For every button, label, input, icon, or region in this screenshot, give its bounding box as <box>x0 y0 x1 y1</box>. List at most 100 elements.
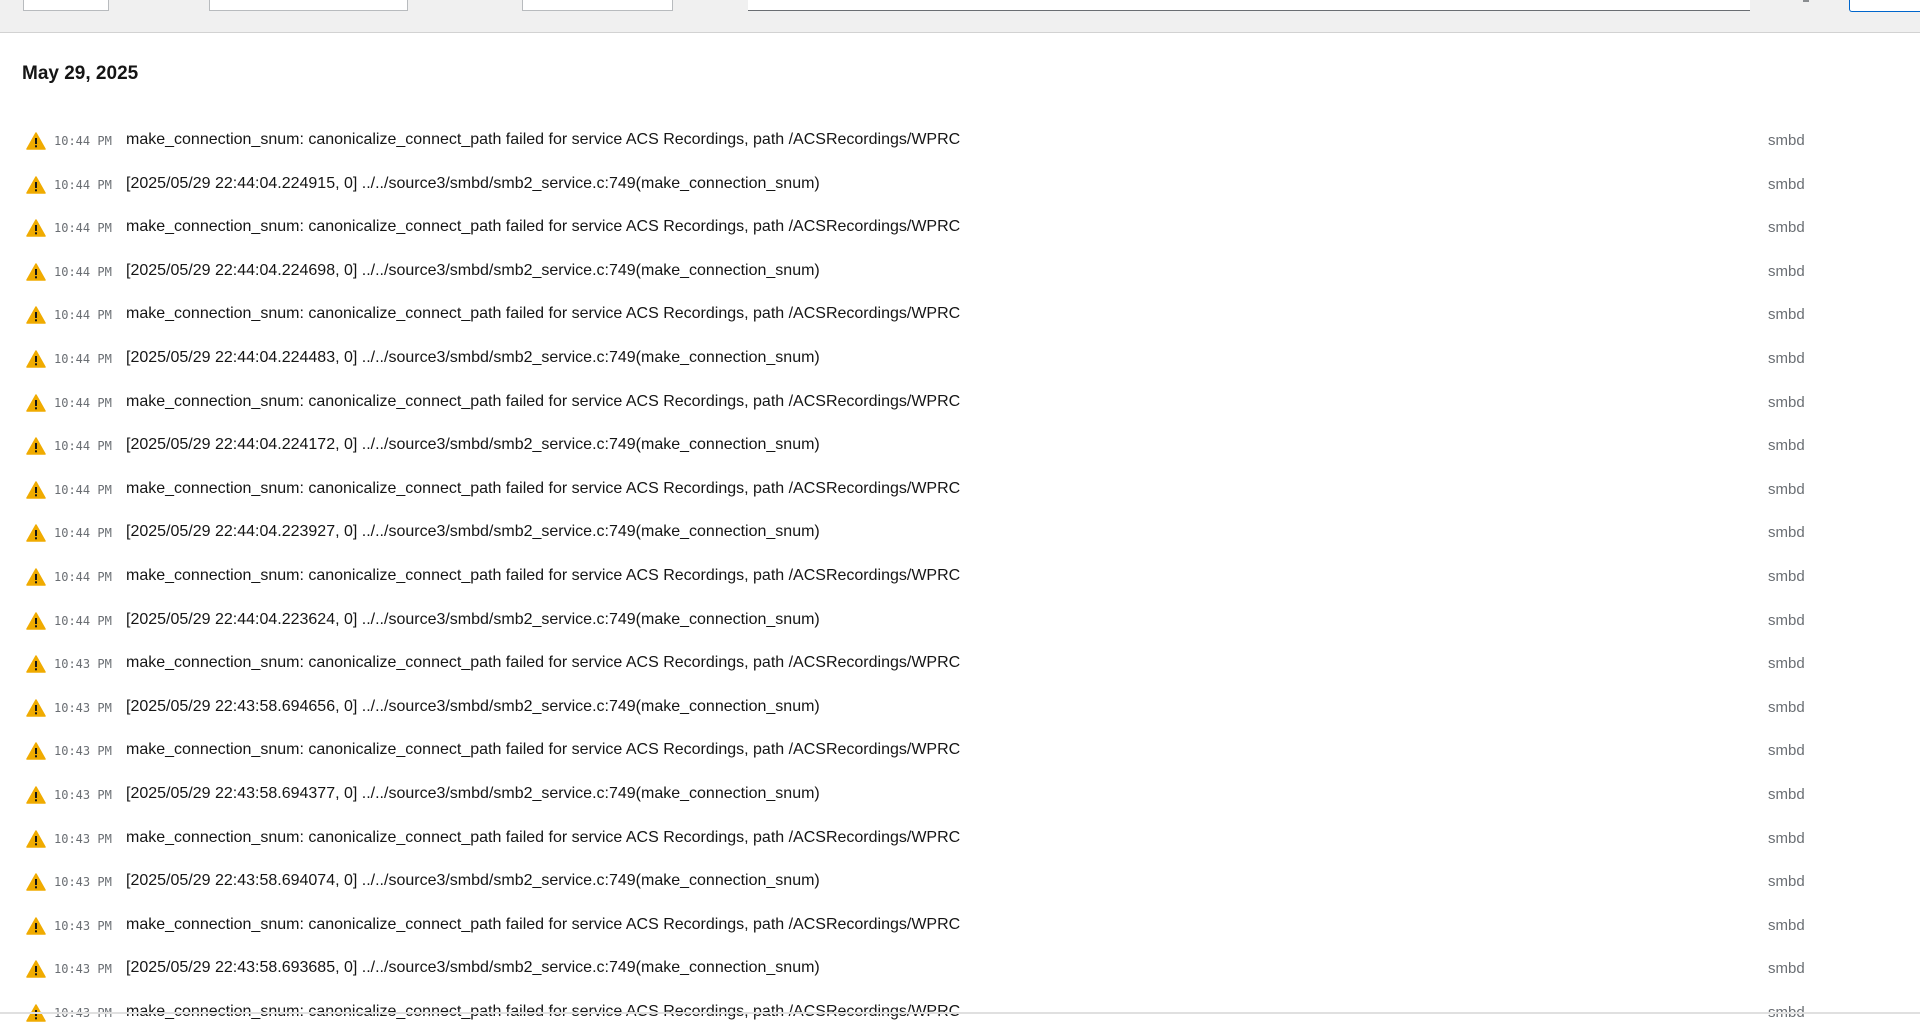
log-entry-row[interactable]: 10:43 PM make_connection_snum: canonicali… <box>0 905 1920 949</box>
log-entry-identifier: smbd <box>1768 262 1805 280</box>
log-entry-message: [2025/05/29 22:43:58.694074, 0] ../../so… <box>126 872 820 890</box>
warning-icon <box>26 786 46 804</box>
log-entry-message: [2025/05/29 22:44:04.224915, 0] ../../so… <box>126 174 820 192</box>
log-entry-identifier: smbd <box>1768 349 1805 367</box>
warning-icon <box>26 350 46 368</box>
warning-icon <box>26 611 46 630</box>
log-entry-identifier: smbd <box>1768 655 1805 673</box>
log-entry-time: 10:44 PM <box>54 439 112 454</box>
log-entry-row[interactable]: 10:43 PM make_connection_snum: canonicali… <box>0 643 1920 687</box>
log-entry-identifier: smbd <box>1768 567 1805 585</box>
log-entry-time: 10:43 PM <box>54 657 112 672</box>
log-entry-row[interactable]: 10:44 PM [2025/05/29 22:44:04.223624, 0] … <box>0 600 1920 644</box>
log-entry-time: 10:43 PM <box>54 875 112 890</box>
log-entry-row[interactable]: 10:44 PM [2025/05/29 22:44:04.224172, 0] … <box>0 425 1920 469</box>
log-entry-time: 10:44 PM <box>54 221 112 236</box>
log-entry-identifier: smbd <box>1768 785 1805 803</box>
log-entry-message: make_connection_snum: canonicalize_conne… <box>126 915 961 933</box>
help-icon[interactable] <box>1803 0 1809 2</box>
warning-icon <box>26 568 46 586</box>
identifier-filter-select[interactable] <box>522 0 673 11</box>
log-entry-identifier: smbd <box>1768 306 1805 324</box>
warning-icon <box>26 829 46 848</box>
log-entry-message: make_connection_snum: canonicalize_conne… <box>126 479 961 497</box>
log-entry-identifier: smbd <box>1768 132 1805 149</box>
log-entry-identifier: smbd <box>1768 219 1805 237</box>
log-entry-row[interactable]: 10:43 PM [2025/05/29 22:43:58.694377, 0] … <box>0 774 1920 818</box>
log-entry-row[interactable]: 10:44 PM [2025/05/29 22:44:04.224698, 0] … <box>0 251 1920 295</box>
warning-icon <box>26 393 46 412</box>
log-entry-identifier: smbd <box>1768 437 1805 455</box>
log-entry-identifier: smbd <box>1768 698 1805 716</box>
log-entry-message: [2025/05/29 22:43:58.694656, 0] ../../so… <box>126 697 820 715</box>
log-entry-time: 10:44 PM <box>54 351 112 366</box>
priority-filter-select[interactable] <box>209 0 408 11</box>
warning-icon <box>26 481 46 499</box>
log-entry-message: make_connection_snum: canonicalize_conne… <box>126 566 961 584</box>
log-entry-row[interactable]: 10:44 PM [2025/05/29 22:44:04.224483, 0] … <box>0 338 1920 382</box>
log-entry-row[interactable]: 10:44 PM make_connection_snum: canonicali… <box>0 469 1920 513</box>
date-heading: May 29, 2025 <box>22 63 139 84</box>
log-entry-time: 10:44 PM <box>54 482 112 497</box>
warning-icon <box>26 263 46 281</box>
log-entry-identifier: smbd <box>1768 611 1805 629</box>
log-entry-time: 10:44 PM <box>54 569 112 584</box>
log-entry-row[interactable]: 10:44 PM make_connection_snum: canonicali… <box>0 120 1920 164</box>
log-entry-row[interactable]: 10:44 PM [2025/05/29 22:44:04.223927, 0] … <box>0 512 1920 556</box>
log-entry-time: 10:44 PM <box>54 395 112 410</box>
log-entry-list: 10:44 PM make_connection_snum: canonicali… <box>0 120 1920 1035</box>
log-entry-message: make_connection_snum: canonicalize_conne… <box>126 392 961 410</box>
log-entry-message: [2025/05/29 22:43:58.693685, 0] ../../so… <box>126 959 820 977</box>
log-entry-identifier: smbd <box>1768 393 1805 411</box>
log-entry-time: 10:44 PM <box>54 134 112 148</box>
log-entry-message: make_connection_snum: canonicalize_conne… <box>126 741 961 759</box>
log-entry-message: [2025/05/29 22:44:04.223927, 0] ../../so… <box>126 523 820 541</box>
log-entry-time: 10:44 PM <box>54 526 112 541</box>
log-entry-identifier: smbd <box>1768 916 1805 934</box>
warning-icon <box>26 306 46 325</box>
log-entry-time: 10:43 PM <box>54 787 112 802</box>
log-entry-time: 10:43 PM <box>54 700 112 715</box>
warning-icon <box>26 873 46 891</box>
time-filter-select[interactable] <box>23 0 109 11</box>
log-entry-row[interactable]: 10:43 PM make_connection_snum: canonicali… <box>0 818 1920 862</box>
log-entry-row[interactable]: 10:43 PM [2025/05/29 22:43:58.694074, 0] … <box>0 861 1920 905</box>
log-entry-message: make_connection_snum: canonicalize_conne… <box>126 218 961 236</box>
log-entry-identifier: smbd <box>1768 960 1805 978</box>
warning-icon <box>26 742 46 761</box>
log-entry-message: [2025/05/29 22:44:04.224698, 0] ../../so… <box>126 261 820 279</box>
log-entry-identifier: smbd <box>1768 829 1805 847</box>
filter-toolbar <box>0 0 1920 33</box>
log-entry-message: [2025/05/29 22:44:04.224483, 0] ../../so… <box>126 348 820 366</box>
log-entry-message: [2025/05/29 22:44:04.223624, 0] ../../so… <box>126 610 820 628</box>
log-entry-row[interactable]: 10:44 PM make_connection_snum: canonicali… <box>0 207 1920 251</box>
journal-log-panel: May 29, 2025 10:44 PM make_connection_snu… <box>0 33 1920 1022</box>
log-entry-message: [2025/05/29 22:43:58.694377, 0] ../../so… <box>126 784 820 802</box>
log-entry-message: make_connection_snum: canonicalize_conne… <box>126 828 961 846</box>
log-entry-identifier: smbd <box>1768 742 1805 760</box>
warning-icon <box>26 916 46 935</box>
log-entry-row[interactable]: 10:43 PM [2025/05/29 22:43:58.693685, 0] … <box>0 948 1920 992</box>
warning-icon <box>26 698 46 717</box>
log-entry-message: make_connection_snum: canonicalize_conne… <box>126 654 961 672</box>
warning-icon <box>26 175 46 194</box>
log-entry-row[interactable]: 10:43 PM [2025/05/29 22:43:58.694656, 0] … <box>0 687 1920 731</box>
log-entry-message: make_connection_snum: canonicalize_conne… <box>126 305 961 323</box>
log-entry-row[interactable]: 10:43 PM make_connection_snum: canonicali… <box>0 730 1920 774</box>
warning-icon <box>26 524 46 543</box>
log-entry-time: 10:43 PM <box>54 918 112 933</box>
log-entry-identifier: smbd <box>1768 873 1805 891</box>
warning-icon <box>26 437 46 455</box>
warning-icon <box>26 960 46 979</box>
log-entry-row[interactable]: 10:44 PM [2025/05/29 22:44:04.224915, 0] … <box>0 164 1920 208</box>
log-entry-row[interactable]: 10:44 PM make_connection_snum: canonicali… <box>0 294 1920 338</box>
log-entry-row[interactable]: 10:44 PM make_connection_snum: canonicali… <box>0 382 1920 426</box>
log-entry-message: make_connection_snum: canonicalize_conne… <box>126 131 961 148</box>
log-entry-row[interactable]: 10:44 PM make_connection_snum: canonicali… <box>0 556 1920 600</box>
warning-icon <box>26 655 46 673</box>
log-entry-time: 10:44 PM <box>54 613 112 628</box>
toolbar-action-button[interactable] <box>1849 0 1920 12</box>
search-input[interactable] <box>748 0 1750 11</box>
log-entry-identifier: smbd <box>1768 524 1805 542</box>
warning-icon <box>26 219 46 237</box>
